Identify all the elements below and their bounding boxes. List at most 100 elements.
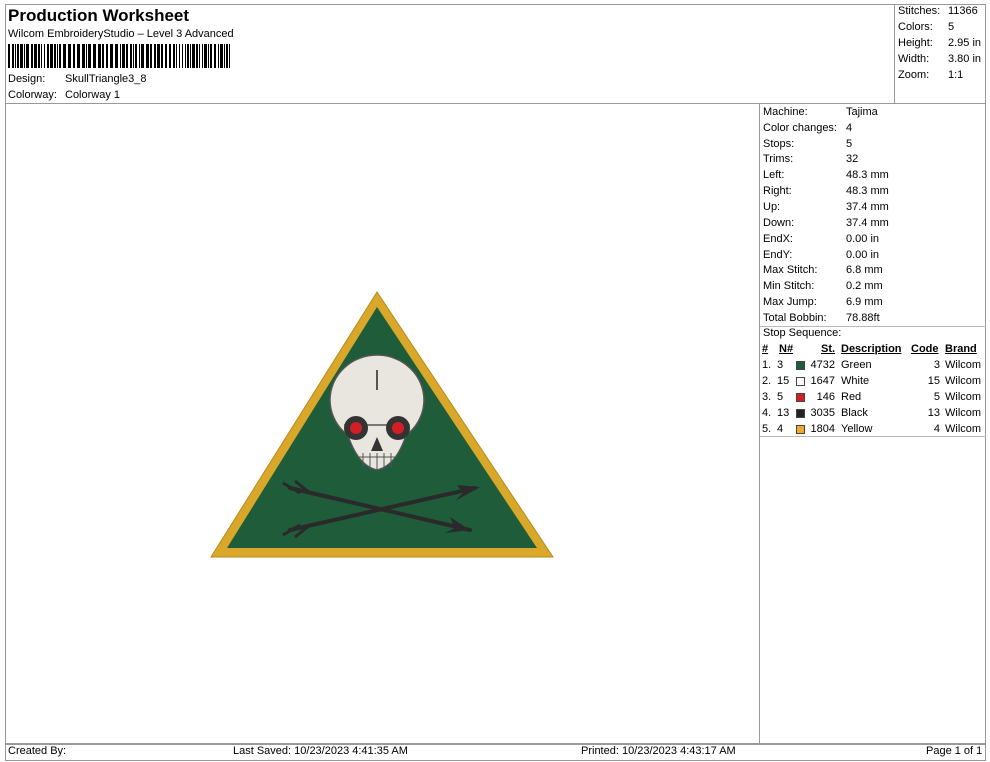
col-header-n: N#: [779, 343, 794, 355]
barcode-bar: [133, 44, 134, 68]
barcode-bar: [192, 44, 195, 68]
right-eye: [392, 422, 404, 434]
property-row: EndY: 0.00 in: [763, 249, 879, 261]
property-row: Left: 48.3 mm: [763, 169, 889, 181]
property-label: Total Bobbin:: [763, 312, 827, 324]
stat-row: Stitches: 11366: [898, 5, 978, 17]
seq-stitches: 4732: [810, 359, 835, 371]
barcode-bar: [98, 44, 101, 68]
barcode-bar: [50, 44, 53, 68]
property-label: EndY:: [763, 249, 793, 261]
color-swatch: [796, 409, 805, 418]
barcode-bar: [135, 44, 137, 68]
barcode-bar: [130, 44, 132, 68]
property-value: 0.00 in: [846, 233, 880, 245]
property-value: 37.4 mm: [846, 217, 889, 229]
stat-row: Colors: 5: [898, 21, 954, 33]
page-title: Production Worksheet: [8, 6, 190, 25]
seq-description: White: [841, 375, 870, 387]
stat-label: Stitches:: [898, 5, 941, 17]
property-value: 0.2 mm: [846, 280, 883, 292]
property-row: Trims: 32: [763, 153, 858, 165]
barcode-bar: [196, 44, 198, 68]
property-label: Color changes:: [763, 122, 837, 134]
stat-value: 11366: [948, 5, 978, 17]
property-row: Right: 48.3 mm: [763, 185, 889, 197]
property-row: Min Stitch: 0.2 mm: [763, 280, 883, 292]
barcode-bar: [185, 44, 186, 68]
stat-value: 1:1: [948, 69, 964, 81]
seq-num: 1.: [762, 359, 772, 371]
barcode-bar: [150, 44, 152, 68]
barcode-bar: [31, 44, 33, 68]
property-value: 48.3 mm: [846, 185, 889, 197]
property-value: 48.3 mm: [846, 169, 889, 181]
barcode-bar: [59, 44, 61, 68]
seq-stitches: 146: [816, 391, 835, 403]
barcode-bar: [146, 44, 149, 68]
barcode-bar: [44, 44, 45, 68]
barcode-image: [8, 44, 230, 68]
barcode-bar: [157, 44, 160, 68]
property-label: Up:: [763, 201, 781, 213]
color-swatch: [796, 361, 805, 370]
property-value: 4: [846, 122, 853, 134]
col-header-code: Code: [911, 343, 939, 355]
barcode-bar: [122, 44, 125, 68]
seq-code: 3: [933, 359, 940, 371]
barcode-bar: [226, 44, 228, 68]
property-row: EndX: 0.00 in: [763, 233, 879, 245]
seq-code: 4: [933, 423, 940, 435]
barcode-bar: [110, 44, 113, 68]
seq-stitches: 1647: [810, 375, 835, 387]
property-label: Max Jump:: [763, 296, 817, 308]
seq-brand: Wilcom: [945, 407, 982, 419]
seq-num: 3.: [762, 391, 772, 403]
barcode-bar: [120, 44, 121, 68]
property-row: Color changes: 4: [763, 122, 852, 134]
property-row: Down: 37.4 mm: [763, 217, 889, 229]
stat-row: Height: 2.95 in: [898, 37, 981, 49]
barcode-bar: [24, 44, 25, 68]
software-subtitle: Wilcom EmbroideryStudio – Level 3 Advanc…: [8, 28, 234, 40]
barcode-bar: [41, 44, 42, 68]
stat-value: 2.95 in: [948, 37, 982, 49]
stat-row: Zoom: 1:1: [898, 69, 963, 81]
color-swatch: [796, 393, 805, 402]
barcode-bar: [161, 44, 163, 68]
barcode-bar: [210, 44, 212, 68]
seq-description: Green: [841, 359, 872, 371]
barcode-bar: [187, 44, 189, 68]
property-label: EndX:: [763, 233, 793, 245]
seq-needle: 13: [777, 407, 790, 419]
barcode-bar: [82, 44, 85, 68]
created-by: Created By:: [8, 745, 67, 757]
seq-brand: Wilcom: [945, 391, 982, 403]
seq-needle: 5: [777, 391, 784, 403]
seq-needle: 15: [777, 375, 790, 387]
col-header-brand: Brand: [945, 343, 977, 355]
col-header-description: Description: [841, 343, 902, 355]
design-value: SkullTriangle3_8: [65, 73, 147, 85]
seq-brand: Wilcom: [945, 423, 982, 435]
seq-description: Red: [841, 391, 862, 403]
seq-brand: Wilcom: [945, 359, 982, 371]
barcode-bar: [165, 44, 167, 68]
barcode-bar: [154, 44, 156, 68]
property-label: Stops:: [763, 138, 795, 150]
stat-label: Width:: [898, 53, 930, 65]
seq-needle: 4: [777, 423, 784, 435]
property-value: 37.4 mm: [846, 201, 889, 213]
printed-date: Printed: 10/23/2023 4:43:17 AM: [581, 745, 736, 757]
barcode-bar: [12, 44, 14, 68]
property-row: Machine: Tajima: [763, 106, 878, 118]
barcode-bar: [202, 44, 203, 68]
property-row: Stops: 5: [763, 138, 852, 150]
barcode-bar: [179, 44, 180, 68]
color-swatch: [796, 377, 805, 386]
barcode-bar: [73, 44, 75, 68]
property-row: Max Stitch: 6.8 mm: [763, 264, 883, 276]
barcode-bar: [102, 44, 104, 68]
seq-code: 13: [927, 407, 940, 419]
barcode-bar: [173, 44, 175, 68]
